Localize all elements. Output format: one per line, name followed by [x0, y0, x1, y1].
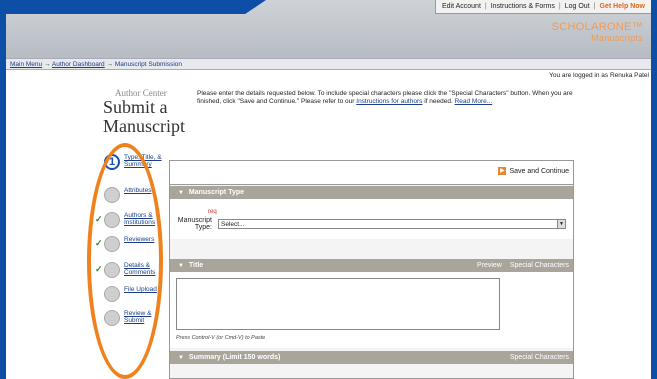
instructions-forms-link[interactable]: Instructions & Forms	[491, 3, 555, 10]
special-characters-button[interactable]: Special Characters	[510, 259, 569, 272]
save-and-continue-label: Save and Continue	[509, 167, 569, 175]
header-bar: Edit Account | Instructions & Forms | Lo…	[6, 0, 651, 58]
breadcrumb-current: Manuscript Submission	[114, 61, 183, 68]
breadcrumb: Main Menu → Author Dashboard → Manuscrip…	[6, 58, 651, 70]
manuscript-type-select-value: Select...	[221, 221, 245, 228]
title-tools: Preview Special Characters	[477, 259, 569, 272]
save-and-continue-button[interactable]: ▶ Save and Continue	[498, 167, 569, 175]
chevron-down-icon[interactable]: ▼	[557, 220, 565, 228]
title-header[interactable]: ▼ Title Preview Special Characters	[170, 259, 573, 272]
instructions-text: Please enter the details requested below…	[197, 90, 577, 106]
instructions-tail: if needed.	[424, 98, 453, 105]
logged-in-status: You are logged in as Renuka Patel	[549, 72, 649, 79]
brand-name: SCHOLARONE™	[551, 21, 643, 33]
summary-tools: Special Characters	[510, 351, 569, 364]
title-input[interactable]	[176, 278, 500, 330]
title-section: Press Control-V (or Cmd-V) to Paste	[170, 272, 573, 348]
save-arrow-icon: ▶	[498, 167, 507, 175]
paste-hint: Press Control-V (or Cmd-V) to Paste	[176, 335, 266, 341]
log-out-link[interactable]: Log Out	[565, 3, 590, 10]
separator: |	[558, 3, 561, 10]
read-more-link[interactable]: Read More...	[455, 98, 493, 105]
summary-header[interactable]: ▼ Summary (Limit 150 words) Special Char…	[170, 351, 573, 364]
preview-button[interactable]: Preview	[477, 259, 502, 272]
collapse-triangle-icon: ▼	[178, 263, 184, 269]
required-marker: req	[208, 209, 217, 215]
get-help-link[interactable]: Get Help Now	[599, 3, 645, 10]
breadcrumb-main-menu[interactable]: Main Menu	[10, 61, 42, 68]
manuscript-type-label: Manuscript Type:	[177, 217, 212, 231]
page-title-line2: Manuscript	[103, 116, 185, 136]
manuscript-type-select[interactable]: Select... ▼	[218, 219, 566, 229]
breadcrumb-arrow-icon: →	[43, 61, 52, 68]
page-title-line1: Submit a	[103, 97, 168, 117]
manuscript-type-header[interactable]: ▼ Manuscript Type	[170, 186, 573, 199]
header-blue-corner	[6, 0, 266, 14]
browser-frame: Edit Account | Instructions & Forms | Lo…	[6, 0, 651, 379]
breadcrumb-author-dashboard[interactable]: Author Dashboard	[52, 61, 105, 68]
save-bar: ▶ Save and Continue	[170, 161, 573, 185]
top-links: Edit Account | Instructions & Forms | Lo…	[434, 0, 651, 14]
summary-special-characters-button[interactable]: Special Characters	[510, 351, 569, 364]
separator: |	[484, 3, 487, 10]
title-header-label: Title	[188, 262, 204, 269]
collapse-triangle-icon: ▼	[178, 355, 184, 361]
breadcrumb-arrow-icon: →	[106, 61, 115, 68]
manuscript-type-header-label: Manuscript Type	[188, 189, 245, 196]
collapse-triangle-icon: ▼	[178, 190, 184, 196]
brand-sub: Manuscripts	[591, 33, 643, 43]
author-center-title: Author Center Submit a Manuscript	[103, 88, 185, 136]
submission-form: ▶ Save and Continue ▼ Manuscript Type re…	[169, 160, 574, 379]
edit-account-link[interactable]: Edit Account	[442, 3, 481, 10]
separator: |	[593, 3, 596, 10]
highlight-oval	[87, 143, 163, 379]
brand-logo: SCHOLARONE™ Manuscripts	[552, 21, 643, 43]
instructions-for-authors-link[interactable]: Instructions for authors	[356, 98, 422, 105]
manuscript-type-section: req Manuscript Type: Select... ▼	[170, 199, 573, 239]
summary-header-label: Summary (Limit 150 words)	[188, 354, 281, 361]
